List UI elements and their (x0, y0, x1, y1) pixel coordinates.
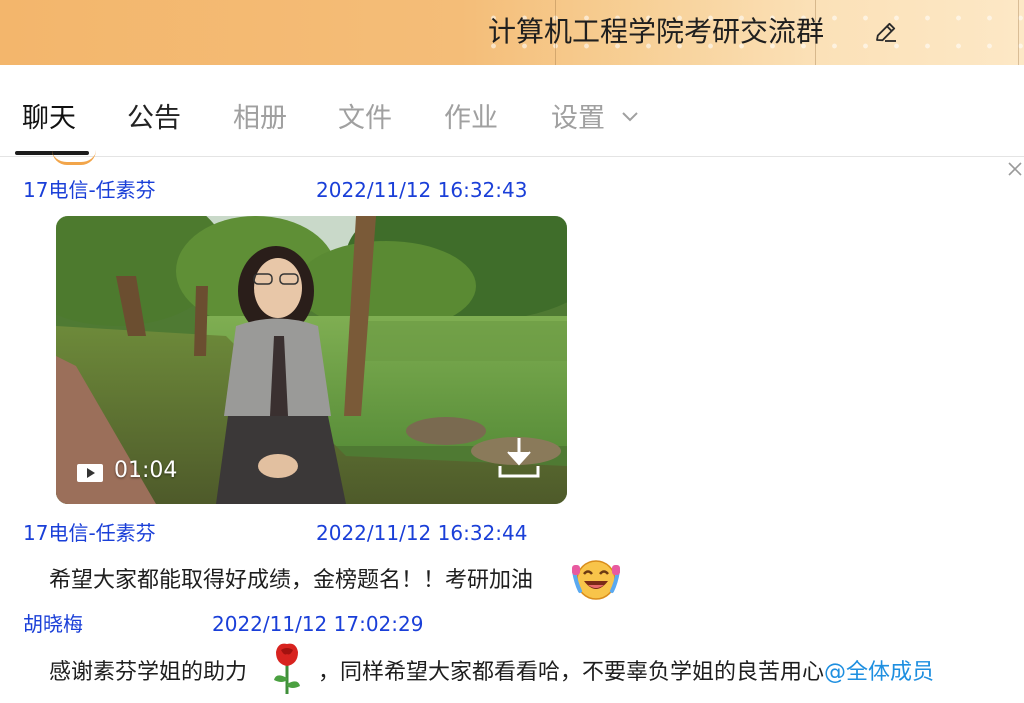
message-text: ，同样希望大家都看看哈，不要辜负学姐的良苦用心@全体成员 (318, 658, 934, 688)
message-time: 2022/11/12 16:32:43 (316, 178, 528, 202)
chevron-down-icon[interactable] (621, 111, 639, 123)
message-text: 希望大家都能取得好成绩，金榜题名！！考研加油 (49, 568, 534, 593)
message-time: 2022/11/12 17:02:29 (212, 612, 424, 636)
tab-announcements[interactable]: 公告 (127, 99, 181, 139)
message-sender[interactable]: 胡晓梅 (23, 611, 83, 637)
video-message[interactable]: 01:04 (56, 216, 567, 504)
close-icon[interactable] (1006, 160, 1024, 178)
message-sender[interactable]: 17电信-任素芬 (23, 520, 156, 546)
tab-settings[interactable]: 设置 (551, 99, 605, 139)
tab-album[interactable]: 相册 (233, 99, 287, 139)
tab-homework[interactable]: 作业 (444, 99, 498, 139)
mention-all-members[interactable]: @全体成员 (824, 660, 934, 685)
message-text-part: ，同样希望大家都看看哈，不要辜负学姐的良苦用心 (318, 660, 825, 685)
header-decoration-line (1018, 0, 1019, 65)
tab-chat[interactable]: 聊天 (22, 99, 76, 139)
group-header: 计算机工程学院考研交流群 (0, 0, 1024, 65)
play-icon (77, 464, 103, 482)
message-text-part: 感谢素芬学姐的助力 (49, 660, 248, 685)
download-icon[interactable] (496, 434, 542, 480)
edit-icon[interactable] (872, 18, 900, 46)
previous-emoji-partial (52, 150, 96, 165)
tab-divider (0, 156, 1024, 157)
message-sender[interactable]: 17电信-任素芬 (23, 177, 156, 203)
message-text: 感谢素芬学姐的助力 (49, 658, 247, 688)
message-time: 2022/11/12 16:32:44 (316, 521, 528, 545)
tab-bar: 聊天 公告 相册 文件 作业 设置 (0, 65, 1024, 157)
laughing-emoji-icon (572, 560, 620, 600)
rose-emoji-icon (274, 643, 300, 694)
video-duration: 01:04 (114, 458, 178, 483)
group-title: 计算机工程学院考研交流群 (488, 15, 825, 48)
tab-files[interactable]: 文件 (338, 99, 392, 139)
